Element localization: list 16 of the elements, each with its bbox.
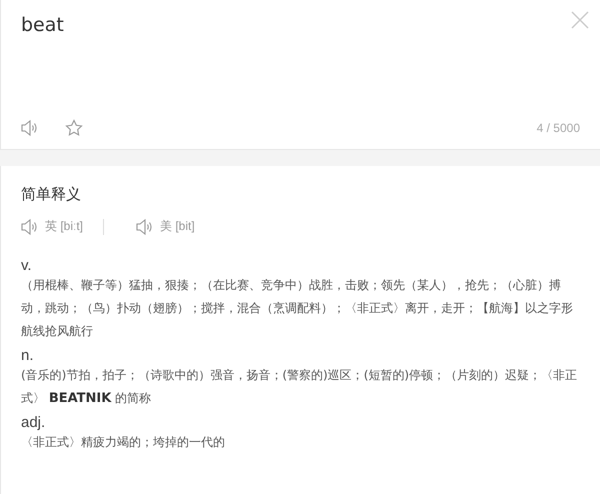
character-counter: 4 / 5000 [536,121,580,135]
speaker-icon[interactable] [136,218,154,234]
star-icon[interactable] [65,119,83,137]
part-of-speech: n. [21,347,34,364]
speaker-icon[interactable] [21,218,39,234]
speaker-icon[interactable] [21,120,39,136]
part-of-speech: v. [21,257,32,274]
pronunciation-label: 美 [bit] [160,218,195,235]
close-icon[interactable] [570,10,590,30]
definition-text: （用棍棒、鞭子等）猛抽，狠揍；（在比赛、竞争中）战胜，击败；领先（某人），抢先；（心脏）搏动，跳动；（鸟）扑动（翅膀）；搅拌，混合（烹调配料）；〈非正式〉离开，走开；【航海】以之字形航线抢风航行 [21,277,574,340]
section-title: 简单释义 [21,185,81,204]
part-of-speech: adj. [21,414,46,431]
pronunciation-label: 英 [biːt] [45,218,84,235]
definition-text: 〈非正式〉精疲力竭的；垮掉的一代的 [21,434,226,451]
input-panel[interactable]: beat 4 / 5000 [0,0,600,150]
definition-text: (音乐的)节拍，拍子；（诗歌中的）强音，扬音；(警察的)巡区；(短暂的)停顿；（片刻的）迟疑；〈非正式〉 BEATNIK 的简称 [21,367,578,408]
